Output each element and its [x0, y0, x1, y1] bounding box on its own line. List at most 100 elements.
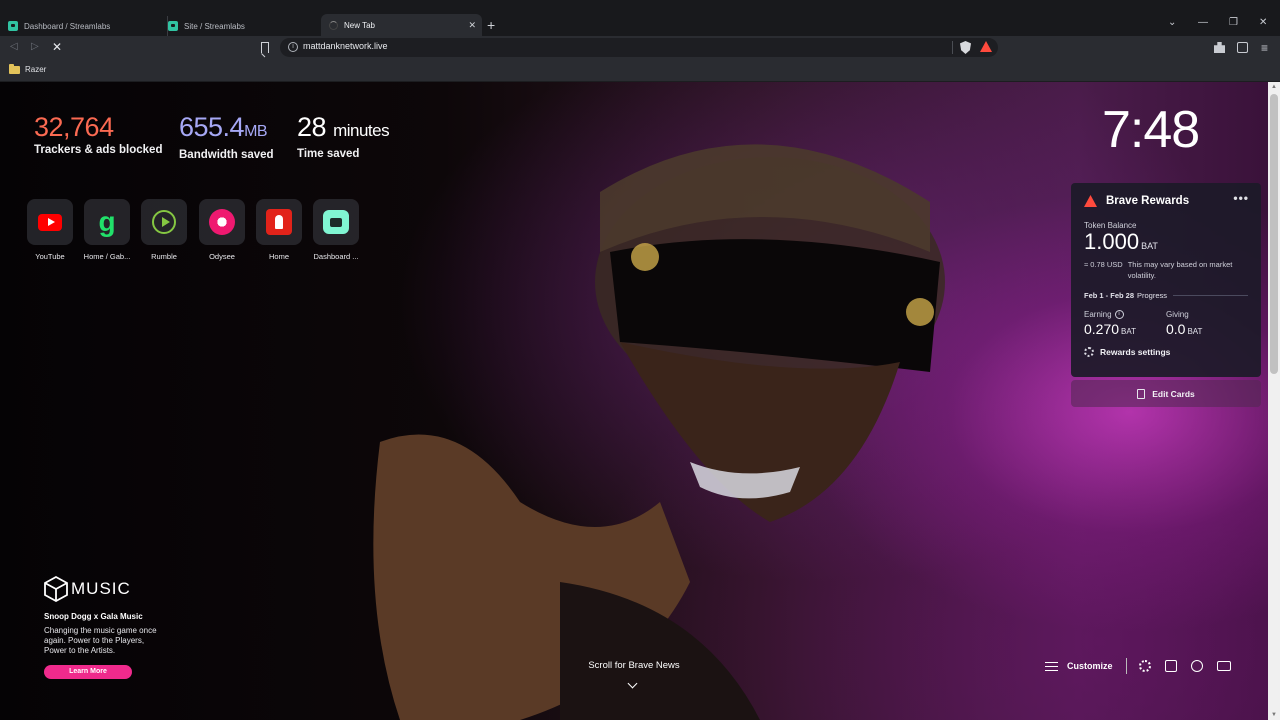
giving-value: 0.0 — [1166, 321, 1186, 337]
wallet-icon[interactable] — [1237, 42, 1248, 53]
gala-cube-icon — [44, 576, 68, 602]
odysee-icon — [209, 209, 235, 235]
close-window-button[interactable]: ✕ — [1259, 17, 1267, 28]
earning-unit: BAT — [1121, 327, 1137, 336]
brave-talk-camera-icon[interactable] — [1216, 661, 1231, 671]
stat-value: 655.4 — [179, 112, 245, 142]
scroll-for-news-link[interactable]: Scroll for Brave News — [560, 660, 708, 671]
tab-site-streamlabs[interactable]: Site / Streamlabs — [167, 16, 321, 36]
edit-cards-button[interactable]: Edit Cards — [1071, 380, 1261, 407]
rumble-icon — [152, 210, 176, 234]
info-icon[interactable]: i — [1114, 310, 1124, 319]
balance-value: 1.000 — [1084, 229, 1140, 254]
bat-logo-icon — [1084, 195, 1097, 207]
rewards-settings-link[interactable]: Rewards settings — [1084, 347, 1248, 357]
divider — [1125, 658, 1127, 674]
stat-time-saved: 28 minutes Time saved — [297, 110, 390, 160]
forward-button[interactable]: ▷ — [31, 41, 39, 52]
bookmarks-icon[interactable] — [1164, 660, 1177, 672]
top-site-label: Home / Gab... — [83, 252, 131, 261]
sponsored-card: MUSIC Snoop Dogg x Gala Music Changing t… — [44, 576, 174, 679]
top-site-label: Odysee — [209, 252, 235, 261]
progress-row: Feb 1 - Feb 28 Progress — [1084, 291, 1248, 300]
top-site-label: Home — [268, 252, 289, 261]
page-scrollbar[interactable]: ▲ ▼ — [1268, 82, 1280, 720]
history-icon[interactable] — [1190, 660, 1203, 672]
brave-rewards-card: Brave Rewards ••• Token Balance 1.000 BAT… — [1071, 183, 1261, 377]
top-site-label: Rumble — [151, 252, 177, 261]
tab-dashboard-streamlabs[interactable]: Dashboard / Streamlabs — [8, 16, 162, 36]
back-button[interactable]: ◁ — [10, 41, 18, 52]
bookmarks-bar: Razer — [0, 60, 1280, 82]
top-site-rumble[interactable]: Rumble — [135, 199, 193, 261]
top-site-dashboard[interactable]: Dashboard ... — [307, 199, 365, 261]
minimize-button[interactable]: — — [1198, 17, 1208, 28]
tab-title: New Tab — [344, 20, 375, 30]
usd-estimate: ≈ 0.78 USD This may vary based on market… — [1084, 259, 1248, 281]
sponsor-title: Snoop Dogg x Gala Music — [44, 612, 143, 621]
site-info-icon[interactable]: i — [288, 42, 298, 52]
progress-label: Progress — [1137, 291, 1168, 300]
scroll-thumb[interactable] — [1270, 94, 1278, 374]
tab-new-tab[interactable]: New Tab ✕ — [321, 14, 482, 36]
folder-icon — [9, 64, 20, 74]
sliders-icon — [1045, 661, 1058, 672]
progress-period: Feb 1 - Feb 28 — [1084, 291, 1135, 300]
top-site-gab[interactable]: g Home / Gab... — [78, 199, 136, 261]
earning-value: 0.270 — [1084, 321, 1120, 337]
stat-value: 28 — [297, 112, 327, 142]
stat-label: Bandwidth saved — [179, 149, 274, 161]
home-icon — [266, 209, 292, 235]
earning-label: Earning — [1084, 310, 1112, 319]
top-site-odysee[interactable]: Odysee — [193, 199, 251, 261]
stat-trackers-blocked: 32,764 Trackers & ads blocked — [34, 110, 162, 156]
stop-loading-button[interactable]: ✕ — [52, 40, 62, 54]
bookmark-icon[interactable] — [261, 42, 269, 53]
clock: 7:48 — [1102, 101, 1200, 159]
edit-cards-icon — [1137, 388, 1146, 399]
url-text[interactable]: mattdanknetwork.live — [303, 41, 388, 51]
youtube-icon — [38, 213, 62, 231]
top-site-home[interactable]: Home — [250, 199, 308, 261]
stat-label: Time saved — [297, 148, 360, 160]
new-tab-page: 32,764 Trackers & ads blocked 655.4MB Ba… — [0, 82, 1268, 720]
tab-strip: Dashboard / Streamlabs Site / Streamlabs… — [0, 0, 1280, 36]
url-divider — [952, 41, 953, 54]
tab-title: Dashboard / Streamlabs — [24, 21, 111, 31]
streamlabs-favicon-icon — [8, 21, 18, 31]
sponsor-description: Changing the music game once again. Powe… — [44, 626, 157, 655]
more-options-icon[interactable]: ••• — [1233, 191, 1249, 205]
rewards-title: Brave Rewards — [1106, 195, 1190, 207]
rewards-settings-label: Rewards settings — [1100, 347, 1171, 357]
address-bar[interactable]: i mattdanknetwork.live — [280, 38, 998, 57]
edit-cards-label: Edit Cards — [1152, 388, 1195, 399]
bottom-toolbar: Customize — [1045, 658, 1245, 674]
tab-close-icon[interactable]: ✕ — [468, 20, 476, 31]
balance-unit: BAT — [1141, 241, 1158, 251]
sponsor-brand: MUSIC — [71, 579, 131, 598]
main-menu-icon[interactable]: ≡ — [1261, 41, 1268, 55]
customize-button[interactable]: Customize — [1067, 661, 1113, 671]
settings-gear-icon[interactable] — [1138, 660, 1151, 672]
brave-rewards-icon[interactable] — [980, 41, 992, 52]
usd-value: ≈ 0.78 USD — [1084, 260, 1123, 269]
brave-shields-icon[interactable] — [960, 41, 971, 54]
stat-unit: MB — [244, 123, 268, 140]
giving-column: Giving 0.0 BAT — [1166, 310, 1248, 337]
restore-button[interactable]: ❐ — [1229, 17, 1238, 28]
gear-icon — [1084, 347, 1094, 357]
top-site-youtube[interactable]: YouTube — [21, 199, 79, 261]
stat-value: 32,764 — [34, 112, 114, 142]
streamlabs-icon — [323, 210, 349, 234]
stat-unit: minutes — [333, 121, 390, 140]
stat-label: Trackers & ads blocked — [34, 144, 163, 156]
giving-label: Giving — [1166, 310, 1189, 319]
scroll-up-icon[interactable]: ▲ — [1271, 84, 1277, 90]
giving-unit: BAT — [1187, 327, 1203, 336]
bookmark-folder-razer[interactable]: Razer — [25, 65, 46, 74]
tab-search-chevron-icon[interactable]: ⌄ — [1168, 17, 1176, 28]
scroll-down-icon[interactable]: ▼ — [1271, 712, 1277, 718]
new-tab-button[interactable]: + — [487, 18, 495, 32]
top-site-label: Dashboard ... — [313, 252, 359, 261]
learn-more-button[interactable]: Learn More — [44, 665, 132, 679]
